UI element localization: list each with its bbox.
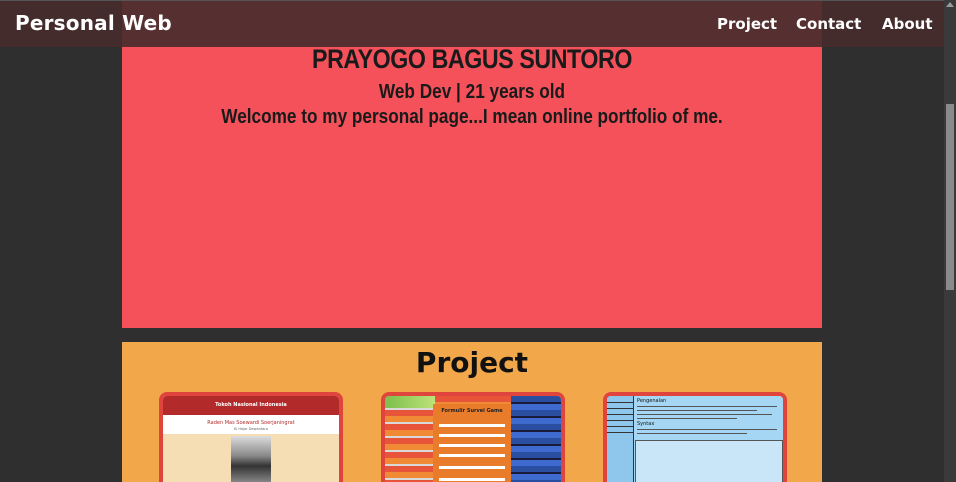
card-header: Pengenalan	[637, 398, 667, 404]
text-line	[637, 406, 777, 407]
scroll-up-icon[interactable]	[946, 2, 954, 7]
card-subheader: Syntax	[637, 421, 655, 427]
scrollbar[interactable]	[944, 0, 956, 482]
card-line: Ki Hajar Dewantara	[233, 427, 268, 431]
pencils-blue	[511, 396, 561, 482]
hero-subtitle: Web Dev | 21 years old	[378, 81, 566, 103]
sidebar-divider	[607, 408, 633, 409]
nav-link-contact[interactable]: Contact	[796, 15, 861, 33]
text-line	[637, 418, 737, 419]
text-line	[637, 433, 747, 434]
sidebar-divider	[607, 402, 633, 403]
hero-name: PRAYOGO BAGUS SUNTORO	[312, 44, 632, 74]
pencils-green	[385, 396, 435, 408]
nav-link-about[interactable]: About	[882, 15, 933, 33]
project-title: Project	[415, 346, 529, 379]
card-line: Raden Mas Soewardi Soerjaningrat	[207, 420, 295, 426]
card-header: Formulir Survei Game	[441, 408, 503, 414]
doc-sidebar	[607, 396, 634, 482]
navbar: Personal Web Project Contact About	[0, 0, 944, 47]
project-card-survey[interactable]: Formulir Survei Game	[381, 392, 565, 482]
text-line	[637, 410, 757, 411]
sidebar-divider	[607, 426, 633, 427]
hero-section: PRAYOGO BAGUS SUNTORO Web Dev | 21 years…	[122, 0, 822, 328]
text-line	[637, 414, 772, 415]
scrollbar-thumb[interactable]	[946, 104, 954, 290]
project-card-php[interactable]: Pengenalan Syntax	[603, 392, 787, 482]
portrait-image	[231, 436, 271, 482]
form-field	[439, 444, 505, 447]
survey-form-preview: Formulir Survei Game	[433, 404, 511, 482]
hero-welcome: Welcome to my personal page...I mean onl…	[221, 106, 723, 128]
site-brand[interactable]: Personal Web	[15, 11, 172, 35]
form-field	[439, 466, 505, 469]
card-header: Tokoh Nasional Indonesia	[163, 396, 339, 415]
nav-link-project[interactable]: Project	[717, 15, 777, 33]
form-field	[439, 424, 505, 427]
sidebar-divider	[607, 432, 633, 433]
code-block	[635, 440, 783, 482]
form-field	[439, 478, 505, 481]
form-field	[439, 454, 505, 457]
project-card-tokoh[interactable]: Tokoh Nasional Indonesia Raden Mas Soewa…	[159, 392, 343, 482]
text-line	[637, 429, 777, 430]
sidebar-divider	[607, 420, 633, 421]
sidebar-divider	[607, 414, 633, 415]
form-field	[439, 434, 505, 437]
project-section: Project Tokoh Nasional Indonesia Raden M…	[122, 342, 822, 482]
